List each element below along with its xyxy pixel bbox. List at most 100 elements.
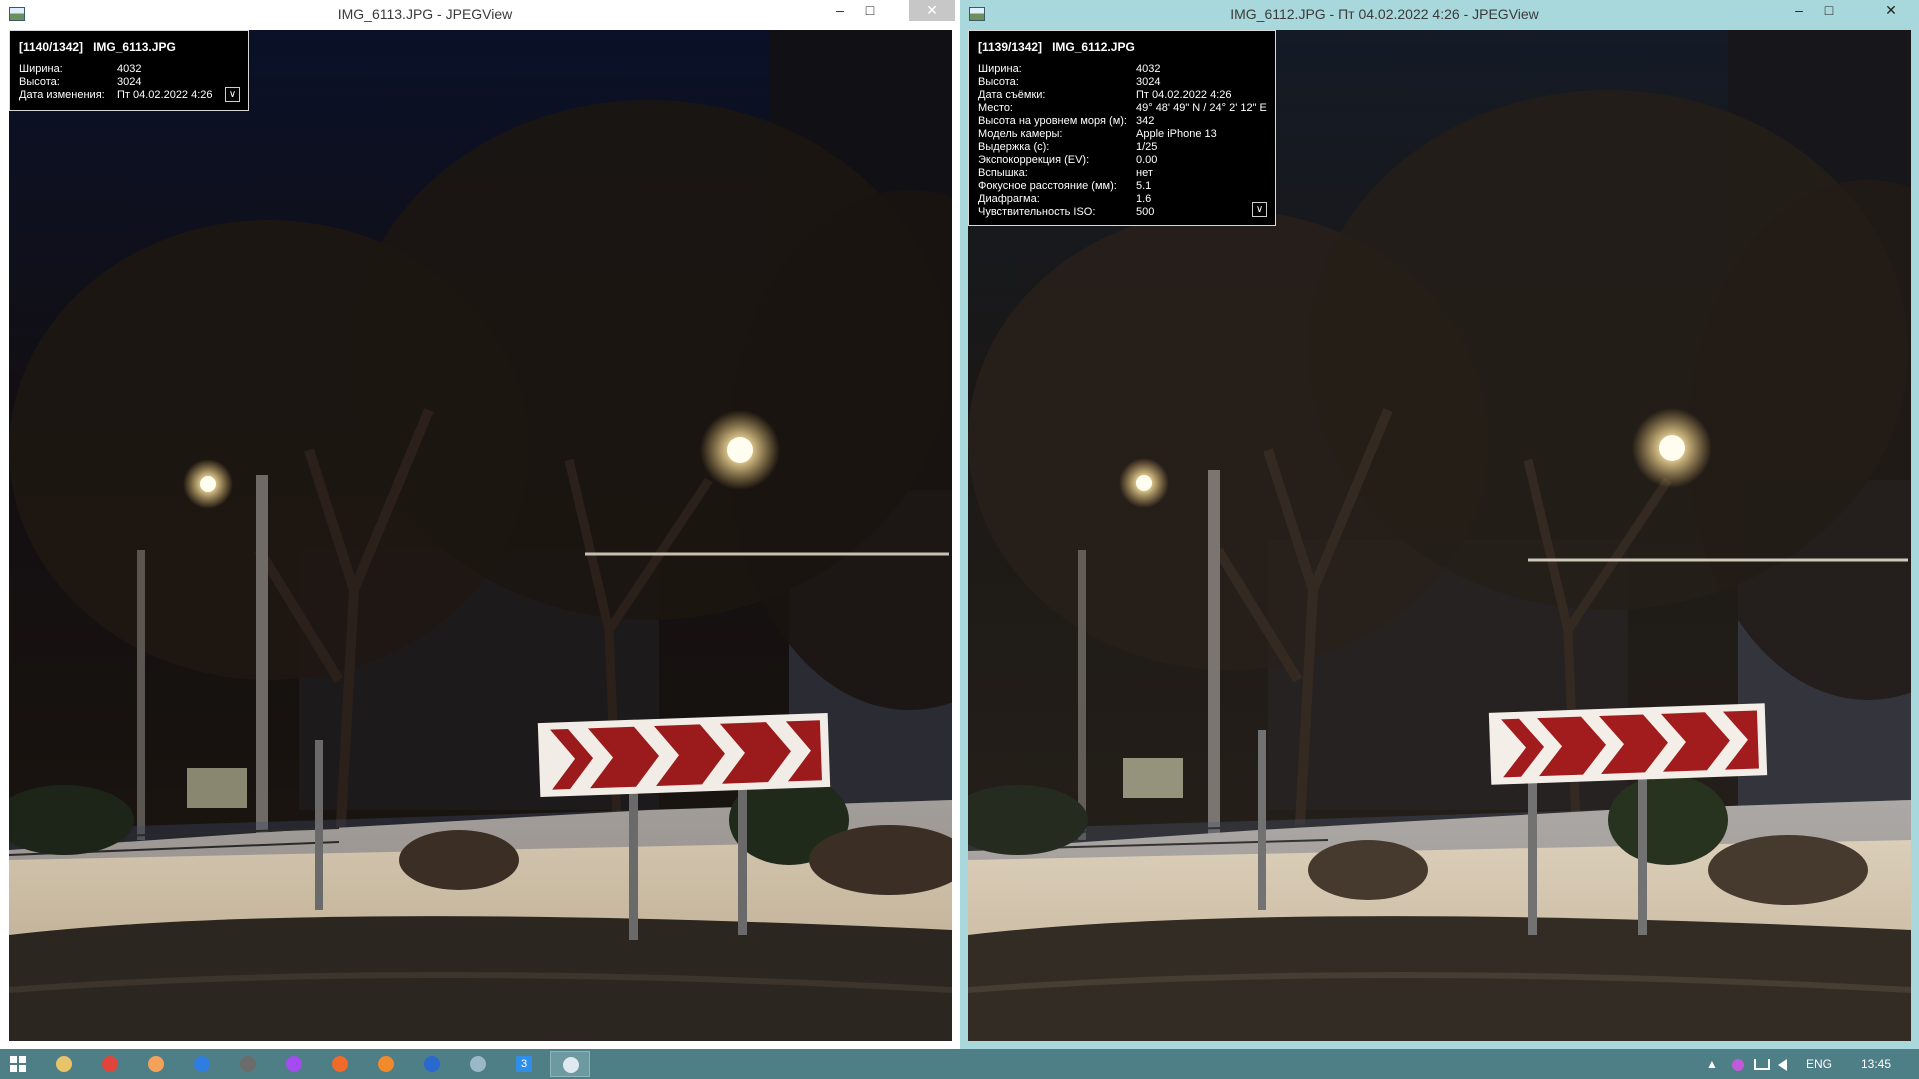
night-street-photo	[9, 30, 952, 1041]
title-bar[interactable]: IMG_6112.JPG - Пт 04.02.2022 4:26 - JPEG…	[960, 0, 1919, 29]
info-row: Экспокоррекция (EV): 0.00	[978, 154, 1245, 167]
image-info-panel: [1139/1342] IMG_6112.JPG Ширина: 4032 Высо…	[968, 30, 1276, 226]
app-colorful-icon	[148, 1056, 164, 1072]
app-orange-2-icon	[378, 1056, 394, 1072]
image-info-panel: [1140/1342] IMG_6113.JPG Ширина: 4032 Высо…	[9, 30, 249, 111]
taskbar-tasks-button[interactable]	[182, 1051, 222, 1077]
info-row: Высота: 3024	[978, 76, 1245, 89]
taskbar-app-photo-button[interactable]	[458, 1051, 498, 1077]
network-icon[interactable]	[1754, 1049, 1770, 1079]
app-blue-icon	[424, 1056, 440, 1072]
taskbar-app-orange-button[interactable]	[320, 1051, 360, 1077]
info-rows: Ширина: 4032 Высота: 3024 Дата съёмки: Пт 0…	[978, 63, 1267, 219]
volume-icon[interactable]	[1778, 1049, 1794, 1079]
info-label: Вспышка:	[978, 167, 1028, 179]
info-label: Дата съёмки:	[978, 89, 1046, 101]
info-value: 1/25	[1136, 141, 1158, 153]
info-label: Высота:	[19, 76, 60, 88]
app-orange-icon	[332, 1056, 348, 1072]
info-value: 0.00	[1136, 154, 1158, 166]
info-value: Пт 04.02.2022 4:26	[117, 89, 213, 101]
maximize-button[interactable]: □	[855, 0, 885, 21]
info-row: Высота на уровнем моря (м): 342	[978, 115, 1245, 128]
info-row: Место: 49° 48' 49" N / 24° 2' 12" E	[978, 102, 1267, 115]
info-value: 1.6	[1136, 193, 1152, 205]
defender-icon[interactable]	[1732, 1049, 1748, 1079]
tasks-icon	[194, 1056, 210, 1072]
info-row: Дата съёмки: Пт 04.02.2022 4:26	[978, 89, 1245, 102]
info-row: Вспышка: нет	[978, 167, 1245, 180]
app-grey-icon	[240, 1056, 256, 1072]
info-value: 4032	[117, 63, 142, 75]
app-number-icon: 3	[516, 1056, 532, 1072]
jpegview-app-icon[interactable]	[9, 7, 25, 21]
file-explorer-icon	[56, 1056, 72, 1072]
show-hidden-icons-button[interactable]: ▲	[1706, 1049, 1718, 1079]
taskbar-app-number-button[interactable]: 3	[504, 1051, 544, 1077]
info-value: 4032	[1136, 63, 1161, 75]
info-value: 342	[1136, 115, 1155, 127]
info-row: Фокусное расстояние (мм): 5.1	[978, 180, 1245, 193]
info-rows: Ширина: 4032 Высота: 3024 Дата изменения: П…	[19, 63, 218, 102]
close-button[interactable]: ✕	[909, 0, 955, 21]
taskbar-app-grey-button[interactable]	[228, 1051, 268, 1077]
taskbar-chrome-button[interactable]	[90, 1051, 130, 1077]
info-label: Высота:	[978, 76, 1019, 88]
image-viewport[interactable]: [1140/1342] IMG_6113.JPG Ширина: 4032 Высо…	[9, 30, 952, 1041]
expand-info-button[interactable]: ∨	[1252, 202, 1267, 217]
app-photo-icon	[470, 1056, 486, 1072]
taskbar-file-explorer-button[interactable]	[44, 1051, 84, 1077]
expand-info-button[interactable]: ∨	[225, 87, 240, 102]
taskbar-app-colorful-button[interactable]	[136, 1051, 176, 1077]
info-label: Фокусное расстояние (мм):	[978, 180, 1117, 192]
maximize-button[interactable]: □	[1814, 0, 1844, 21]
info-value: Пт 04.02.2022 4:26	[1136, 89, 1232, 101]
info-row: Чувствительность ISO: 500	[978, 206, 1245, 219]
start-button[interactable]	[10, 1056, 27, 1073]
language-indicator[interactable]: ENG	[1806, 1049, 1832, 1079]
info-label: Диафрагма:	[978, 193, 1040, 205]
close-button[interactable]: ✕	[1868, 0, 1914, 21]
image-filename: IMG_6112.JPG	[1052, 40, 1135, 54]
messenger-icon	[286, 1056, 302, 1072]
image-index: [1139/1342]	[978, 40, 1043, 54]
title-bar[interactable]: IMG_6113.JPG - JPEGView – □ ✕	[0, 0, 960, 29]
info-label: Дата изменения:	[19, 89, 105, 101]
info-row: Дата изменения: Пт 04.02.2022 4:26	[19, 89, 218, 102]
taskbar-app-blue-button[interactable]	[412, 1051, 452, 1077]
info-label: Модель камеры:	[978, 128, 1063, 140]
info-label: Экспокоррекция (EV):	[978, 154, 1090, 166]
info-label: Высота на уровнем моря (м):	[978, 115, 1127, 127]
image-filename: IMG_6113.JPG	[93, 40, 176, 54]
info-header: [1140/1342] IMG_6113.JPG	[19, 40, 186, 54]
taskbar: 3 ▲ ENG 13:45	[0, 1049, 1919, 1079]
taskbar-jpegview-button[interactable]	[550, 1051, 590, 1077]
info-row: Высота: 3024	[19, 76, 218, 89]
info-value: 49° 48' 49" N / 24° 2' 12" E	[1136, 102, 1267, 114]
taskbar-messenger-button[interactable]	[274, 1051, 314, 1077]
info-value: Apple iPhone 13	[1136, 128, 1217, 140]
jpegview-window-left[interactable]: IMG_6113.JPG - JPEGView – □ ✕ [1140/1342…	[0, 0, 960, 1049]
info-label: Ширина:	[19, 63, 63, 75]
info-row: Ширина: 4032	[19, 63, 218, 76]
jpegview-app-icon[interactable]	[969, 7, 985, 21]
jpegview-window-right[interactable]: IMG_6112.JPG - Пт 04.02.2022 4:26 - JPEG…	[960, 0, 1919, 1049]
info-value: 3024	[1136, 76, 1161, 88]
info-row: Выдержка (с): 1/25	[978, 141, 1245, 154]
minimize-button[interactable]: –	[825, 0, 855, 21]
image-viewport[interactable]: [1139/1342] IMG_6112.JPG Ширина: 4032 Высо…	[968, 30, 1911, 1041]
minimize-button[interactable]: –	[1784, 0, 1814, 21]
info-value: 500	[1136, 206, 1155, 218]
info-header: [1139/1342] IMG_6112.JPG	[978, 40, 1145, 54]
info-value: 3024	[117, 76, 142, 88]
window-title: IMG_6112.JPG - Пт 04.02.2022 4:26 - JPEG…	[1230, 6, 1539, 22]
image-index: [1140/1342]	[19, 40, 84, 54]
clock[interactable]: 13:45	[1861, 1049, 1891, 1079]
info-label: Ширина:	[978, 63, 1022, 75]
taskbar-app-orange-2-button[interactable]	[366, 1051, 406, 1077]
info-row: Ширина: 4032	[978, 63, 1245, 76]
info-label: Выдержка (с):	[978, 141, 1050, 153]
info-label: Место:	[978, 102, 1013, 114]
info-row: Диафрагма: 1.6	[978, 193, 1245, 206]
info-value: 5.1	[1136, 180, 1152, 192]
